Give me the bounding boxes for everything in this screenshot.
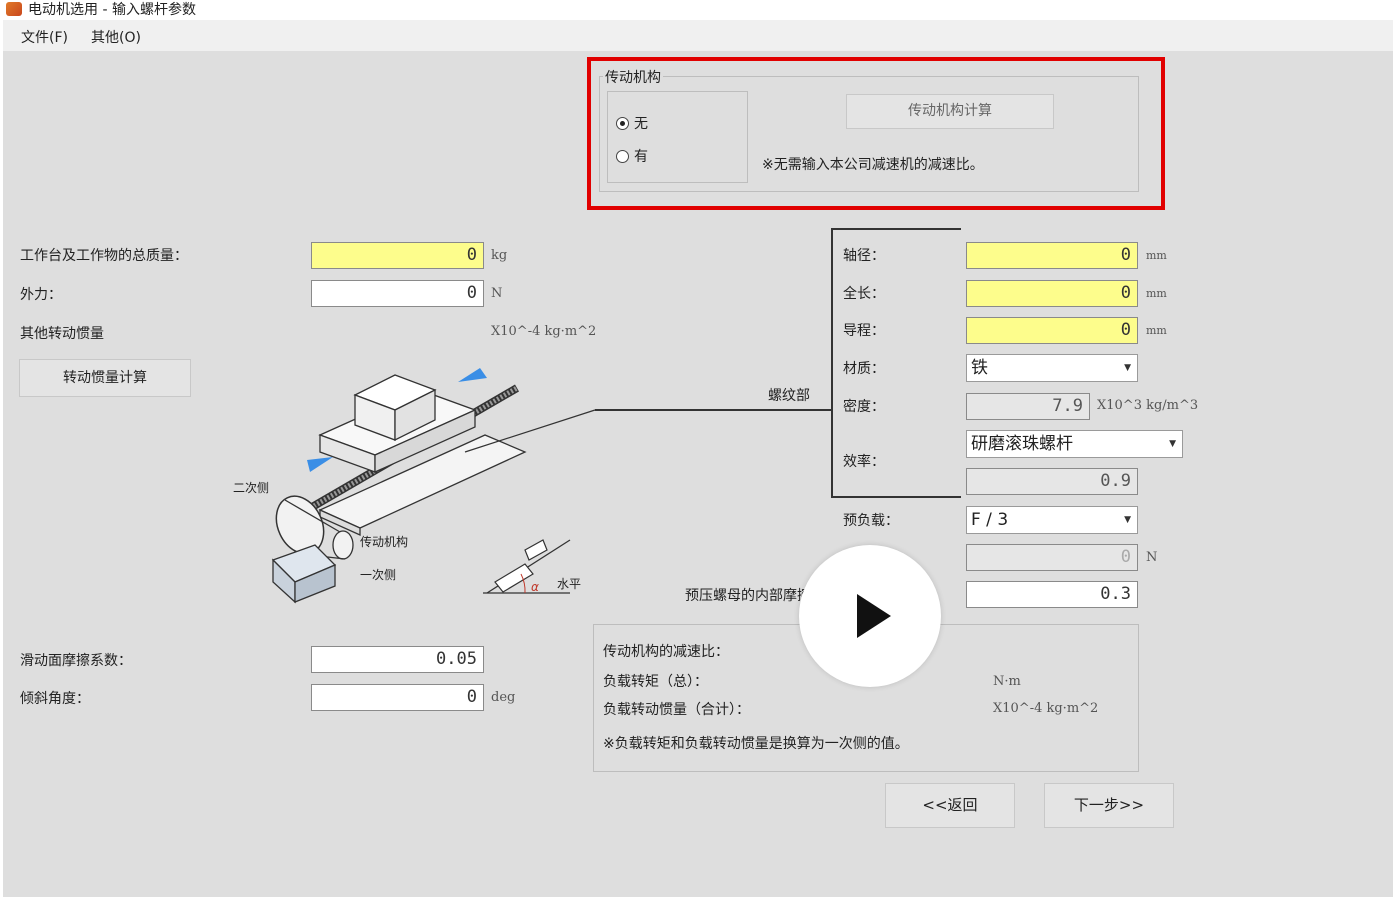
preload-unit: N (1146, 550, 1158, 565)
efficiency-input: 0.9 (966, 468, 1138, 495)
preload-label: 预负载： (843, 513, 899, 529)
preload-type-value: F / 3 (971, 510, 1009, 530)
load-torque-label: 负载转矩（总）： (603, 674, 708, 690)
material-label: 材质： (843, 361, 885, 377)
other-inertia-unit: X10^-4 kg·m^2 (491, 324, 597, 339)
radio-has[interactable] (616, 150, 629, 163)
title-bar: 电动机选用 - 输入螺杆参数 (0, 0, 1393, 20)
length-label: 全长： (843, 286, 885, 302)
alpha-label: α (531, 580, 539, 594)
length-unit: mm (1146, 287, 1167, 300)
connector-line (595, 409, 831, 411)
tilt-input[interactable]: 0 (311, 684, 484, 711)
secondary-side-label: 二次侧 (233, 481, 270, 495)
lead-input[interactable]: 0 (966, 317, 1138, 344)
efficiency-type-value: 研磨滚珠螺杆 (971, 434, 1073, 454)
radio-has-label: 有 (634, 149, 648, 165)
chevron-down-icon: ▼ (1124, 363, 1131, 373)
ratio-label: 传动机构的减速比： (603, 644, 729, 660)
direction-arrow-down (307, 457, 333, 472)
radio-none[interactable] (616, 117, 629, 130)
transmission-note: ※无需输入本公司减速机的减速比。 (762, 157, 984, 173)
density-unit: X10^3 kg/m^3 (1097, 398, 1199, 413)
window-title: 电动机选用 - 输入螺杆参数 (28, 2, 196, 18)
load-inertia-unit: X10^-4 kg·m^2 (993, 701, 1099, 716)
friction-input[interactable]: 0.05 (311, 646, 484, 673)
efficiency-type-select[interactable]: 研磨滚珠螺杆 ▼ (966, 430, 1183, 458)
results-note: ※负载转矩和负载转动惯量是换算为一次侧的值。 (603, 736, 909, 752)
transmission-group-label: 传动机构 (603, 67, 663, 87)
nut-friction-input[interactable]: 0.3 (966, 581, 1138, 608)
menu-file[interactable]: 文件(F) (21, 27, 68, 47)
total-mass-label: 工作台及工作物的总质量： (20, 248, 188, 264)
lead-label: 导程： (843, 323, 885, 339)
radio-selected-dot (620, 121, 625, 126)
chevron-down-icon: ▼ (1124, 515, 1131, 525)
back-button[interactable]: <<返回 (885, 783, 1015, 828)
ball-screw-diagram (271, 368, 596, 604)
total-mass-unit: kg (491, 248, 508, 263)
density-label: 密度： (843, 399, 885, 415)
tilt-label: 倾斜角度： (20, 691, 90, 707)
inertia-calc-button[interactable]: 转动惯量计算 (19, 359, 191, 397)
external-force-unit: N (491, 286, 503, 301)
preload-input: 0 (966, 544, 1138, 571)
menu-bar: 文件(F) 其他(O) (3, 20, 1393, 51)
lead-unit: mm (1146, 324, 1167, 337)
radio-none-label: 无 (634, 116, 648, 132)
material-select[interactable]: 铁 ▼ (966, 354, 1138, 382)
total-mass-input[interactable]: 0 (311, 242, 484, 269)
external-force-label: 外力： (20, 287, 62, 303)
play-icon (857, 594, 891, 638)
chevron-down-icon: ▼ (1169, 439, 1176, 449)
shaft-diameter-unit: mm (1146, 249, 1167, 262)
efficiency-label: 效率： (843, 454, 885, 470)
preload-type-select[interactable]: F / 3 ▼ (966, 506, 1138, 534)
primary-side-label: 一次侧 (360, 568, 397, 582)
tilt-unit: deg (491, 690, 516, 705)
material-value: 铁 (971, 358, 988, 378)
play-button[interactable] (799, 545, 941, 687)
transmission-calc-button[interactable]: 传动机构计算 (846, 94, 1054, 129)
load-torque-unit: N·m (993, 674, 1021, 689)
shaft-diameter-input[interactable]: 0 (966, 242, 1138, 269)
transmission-radio-box (607, 91, 748, 183)
other-inertia-label: 其他转动惯量 (20, 326, 104, 342)
direction-arrow-up (458, 368, 487, 382)
app-icon (6, 2, 22, 16)
horizontal-label: 水平 (557, 577, 582, 591)
load-inertia-label: 负载转动惯量（合计）： (603, 702, 750, 718)
density-input: 7.9 (966, 393, 1090, 420)
next-button[interactable]: 下一步>> (1044, 783, 1174, 828)
shaft-diameter-label: 轴径： (843, 248, 885, 264)
length-input[interactable]: 0 (966, 280, 1138, 307)
friction-label: 滑动面摩擦系数： (20, 653, 132, 669)
thread-part-label: 螺纹部 (768, 388, 810, 404)
transmission-diagram-label: 传动机构 (360, 535, 409, 549)
menu-other[interactable]: 其他(O) (91, 27, 141, 47)
external-force-input[interactable]: 0 (311, 280, 484, 307)
